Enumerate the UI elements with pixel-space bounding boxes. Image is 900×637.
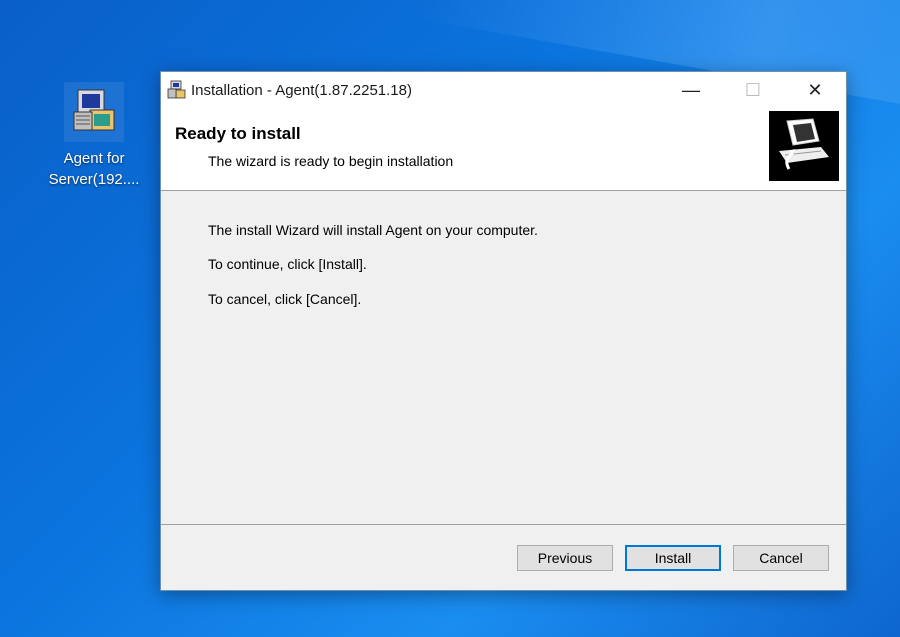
page-subtitle: The wizard is ready to begin installatio…	[208, 153, 454, 169]
computer-install-icon	[769, 111, 839, 181]
maximize-button[interactable]: ☐	[722, 72, 784, 108]
body-line-3: To cancel, click [Cancel].	[208, 291, 362, 307]
minimize-icon: —	[682, 79, 700, 100]
wizard-header: Ready to install The wizard is ready to …	[161, 108, 846, 191]
previous-button[interactable]: Previous	[517, 545, 613, 571]
minimize-button[interactable]: —	[660, 72, 722, 108]
page-title: Ready to install	[175, 124, 301, 143]
close-button[interactable]: ✕	[784, 72, 846, 108]
cancel-button[interactable]: Cancel	[733, 545, 829, 571]
close-icon: ✕	[807, 79, 823, 100]
desktop-icon-agent-installer[interactable]: Agent for Server(192....	[44, 82, 144, 190]
desktop-icon-label-line2: Server(192....	[48, 171, 140, 188]
body-line-1: The install Wizard will install Agent on…	[208, 222, 538, 238]
install-button[interactable]: Install	[625, 545, 721, 571]
installer-window: Installation - Agent(1.87.2251.18) — ☐ ✕…	[160, 71, 847, 591]
installer-app-icon	[167, 80, 187, 100]
desktop-icon-label-line1: Agent for	[63, 150, 125, 167]
maximize-icon: ☐	[744, 79, 762, 100]
footer-divider	[161, 524, 846, 525]
installer-icon	[64, 82, 124, 142]
body-line-2: To continue, click [Install].	[208, 256, 367, 272]
title-bar[interactable]: Installation - Agent(1.87.2251.18) — ☐ ✕	[161, 72, 846, 108]
window-title: Installation - Agent(1.87.2251.18)	[191, 81, 412, 99]
